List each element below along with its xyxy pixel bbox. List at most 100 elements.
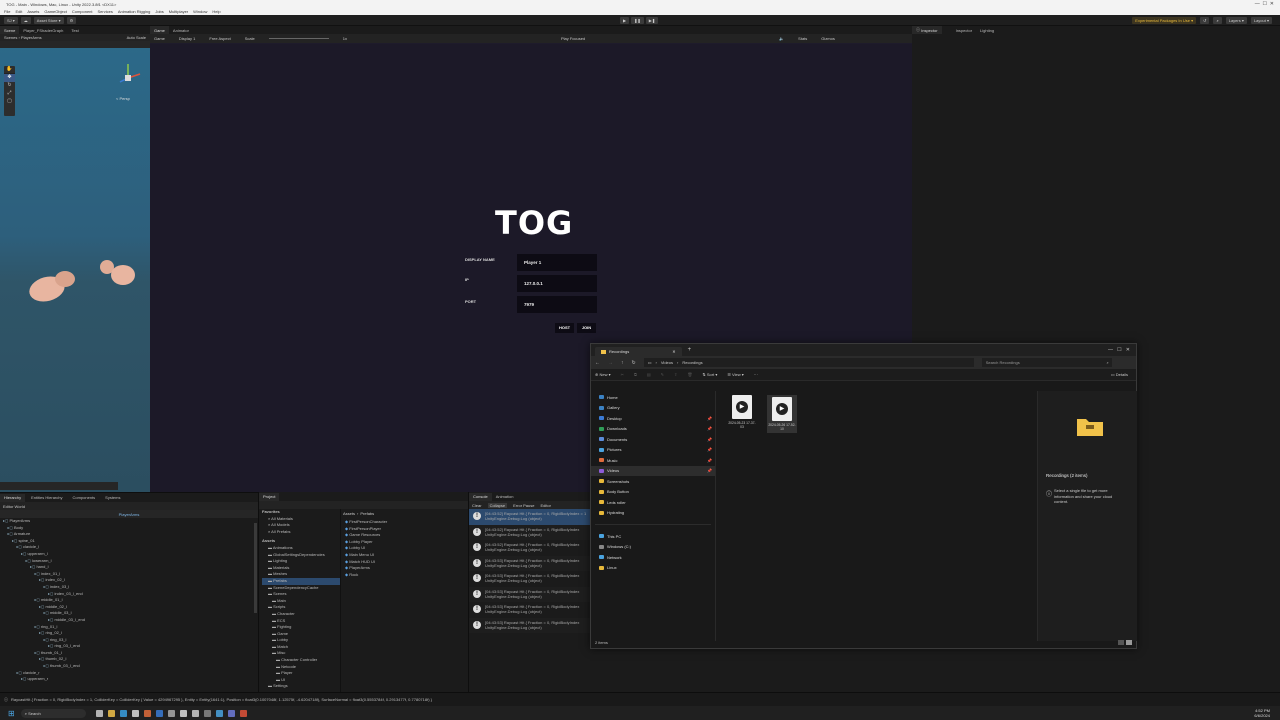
prefab-item[interactable]: ◆ FirstPersonPlayer — [345, 526, 387, 533]
folder-item[interactable]: ▬ GlobalSettingsDependencies — [262, 552, 340, 559]
taskbar-clock[interactable]: 4:52 PM 6/6/2024 — [1254, 708, 1270, 718]
folder-item[interactable]: ▬ Character Controller — [262, 657, 340, 664]
delete-icon[interactable]: 🗑 — [687, 372, 692, 377]
menu-item[interactable]: GameObject — [44, 9, 66, 14]
scale-slider[interactable] — [268, 38, 329, 39]
folder-item[interactable]: ▬ Netcode — [262, 664, 340, 671]
back-arrow-icon[interactable]: ← — [595, 360, 600, 366]
folder-item[interactable]: ▬ Meshes — [262, 571, 340, 578]
hierarchy-item[interactable]: ▸◻ middle_01_l — [3, 597, 258, 604]
hierarchy-scrollbar[interactable] — [254, 523, 257, 613]
folder-item[interactable]: ▬ SceneDependencyCache — [262, 585, 340, 592]
hierarchy-item[interactable]: ▸◻ Body — [3, 525, 258, 532]
folder-item[interactable]: ▬ Lighting — [262, 558, 340, 565]
crumb-prefabs[interactable]: Prefabs — [360, 511, 374, 516]
nav-item[interactable]: Home — [591, 392, 715, 403]
close-tab-icon[interactable]: ✕ — [672, 349, 675, 354]
folder-item[interactable]: ▬ Main — [262, 598, 340, 605]
tab-inspector[interactable]: ⓘ Inspector — [912, 26, 942, 34]
world-selector[interactable]: Editor World — [0, 502, 258, 510]
prefab-item[interactable]: ◆ Main Menu UI — [345, 552, 387, 559]
explorer-tab[interactable]: Recordings ✕ — [595, 347, 682, 356]
new-button[interactable]: ⊕ New ▾ — [595, 372, 611, 377]
edge-icon[interactable] — [119, 709, 127, 717]
prefab-item[interactable]: ◆ Lobby Player — [345, 539, 387, 546]
error-pause-button[interactable]: Error Pause — [513, 503, 534, 508]
copy-icon[interactable]: ⧉ — [634, 372, 637, 377]
folder-item[interactable]: ▬ Fighting — [262, 624, 340, 631]
hierarchy-item[interactable]: ▸◻ middle_03_l_end — [3, 617, 258, 624]
menu-item[interactable]: Edit — [15, 9, 22, 14]
nav-item[interactable]: Windows (C:) — [591, 542, 715, 553]
github-icon[interactable] — [191, 709, 199, 717]
crumb-assets[interactable]: Assets — [343, 511, 355, 516]
nav-item[interactable]: Screenshots — [591, 476, 715, 487]
hierarchy-item[interactable]: ▸◻ index_03_l_end — [3, 591, 258, 598]
tab-project[interactable]: Project — [259, 492, 280, 501]
prefab-item[interactable]: ◆ Rock — [345, 572, 387, 579]
mute-audio-icon[interactable]: 🔈 — [779, 36, 784, 41]
refresh-icon[interactable]: ↻ — [632, 360, 636, 366]
folder-item[interactable]: ▬ ECS — [262, 618, 340, 625]
menu-item[interactable]: Multiplayer — [169, 9, 188, 14]
tab-animation[interactable]: Animation — [492, 493, 518, 501]
more-options-icon[interactable]: ··· — [754, 372, 758, 377]
hierarchy-item[interactable]: ▸◻ lowerarm_l — [3, 558, 258, 565]
video-file-item[interactable]: ▶ 2024-05-26 17-52-10 — [767, 395, 797, 433]
perspective-label[interactable]: < Persp — [116, 96, 130, 101]
hierarchy-item[interactable]: ▸◻ Armature — [3, 531, 258, 538]
sort-button[interactable]: ⇅ Sort ▾ — [702, 372, 717, 377]
hierarchy-item[interactable]: ▸◻ clavicle_l — [3, 544, 258, 551]
store-icon[interactable] — [131, 709, 139, 717]
display-name-input[interactable]: Player 1 — [517, 254, 597, 271]
search-icon[interactable]: ⌕ — [1213, 17, 1222, 24]
game-mode-dropdown[interactable]: Game — [154, 36, 165, 41]
folder-item[interactable]: ▬ Match — [262, 644, 340, 651]
tab-components[interactable]: Components — [68, 494, 99, 502]
task-view-icon[interactable] — [95, 709, 103, 717]
asset-store-button[interactable]: Asset Store ▾ — [33, 17, 64, 24]
history-icon[interactable]: ↺ — [1200, 17, 1210, 24]
cloud-icon[interactable]: ☁ — [20, 17, 31, 24]
player-arms-model[interactable] — [15, 251, 140, 331]
tab-scene[interactable]: Scene — [0, 26, 20, 34]
editor-dropdown[interactable]: Editor — [540, 503, 550, 508]
file-explorer-icon[interactable] — [107, 709, 115, 717]
move-tool-icon[interactable]: ✥ — [4, 74, 15, 82]
hierarchy-item[interactable]: ▸◻ ring_03_l_end — [3, 643, 258, 650]
file-explorer-window[interactable]: Recordings ✕ + — ☐ ✕ ← → ↑ ↻ ▭ › Videos › … — [590, 343, 1137, 649]
nav-item[interactable]: Downloads 📌 — [591, 424, 715, 435]
stats-button[interactable]: Stats — [798, 36, 807, 41]
project-panel[interactable]: Project Favorites ⌕ All Materials ⌕ All M… — [258, 492, 468, 692]
window-controls[interactable]: — ☐ ✕ — [1255, 1, 1274, 7]
chrome-icon[interactable] — [143, 709, 151, 717]
menu-item[interactable]: Assets — [27, 9, 39, 14]
transform-tools[interactable]: ✋ ✥ ↻ ⤢ ▢ — [4, 66, 15, 116]
scale-tool-icon[interactable]: ⤢ — [4, 90, 15, 98]
terminal-icon[interactable] — [167, 709, 175, 717]
hierarchy-item[interactable]: ▸◻ thumb_03_l_end — [3, 663, 258, 670]
port-input[interactable]: 7979 — [517, 296, 597, 313]
favorite-item[interactable]: ⌕ All Prefabs — [262, 529, 340, 536]
clear-button[interactable]: Clear — [472, 503, 482, 508]
hierarchy-item[interactable]: ▸◻ ring_03_l — [3, 637, 258, 644]
tab-lighting[interactable]: Lighting — [976, 26, 998, 34]
nav-item[interactable]: Body Button — [591, 487, 715, 498]
layers-dropdown[interactable]: Layers ▾ — [1225, 17, 1247, 24]
nav-item[interactable]: Network — [591, 552, 715, 563]
gizmos-button[interactable]: Gizmos — [821, 36, 835, 41]
project-toolbar[interactable] — [259, 501, 468, 509]
folder-item[interactable]: ▬ Misc — [262, 650, 340, 657]
obs-icon[interactable] — [203, 709, 211, 717]
host-button[interactable]: HOST — [555, 323, 574, 333]
view-toggle[interactable] — [1118, 640, 1132, 645]
folder-item[interactable]: ▬ Prefabs — [262, 577, 340, 585]
folder-item[interactable]: ▬ Game — [262, 631, 340, 638]
account-button[interactable]: SJ ▾ — [4, 17, 18, 24]
unity-icon[interactable] — [179, 709, 187, 717]
layout-dropdown[interactable]: Layout ▾ — [1250, 17, 1272, 24]
favorite-item[interactable]: ⌕ All Models — [262, 522, 340, 529]
nav-item[interactable]: Linux — [591, 563, 715, 574]
hierarchy-item[interactable]: ▸◻ upperarm_r — [3, 676, 258, 683]
status-message[interactable]: RaycastHit { Fraction = 0, RigidBodyInde… — [11, 697, 432, 702]
